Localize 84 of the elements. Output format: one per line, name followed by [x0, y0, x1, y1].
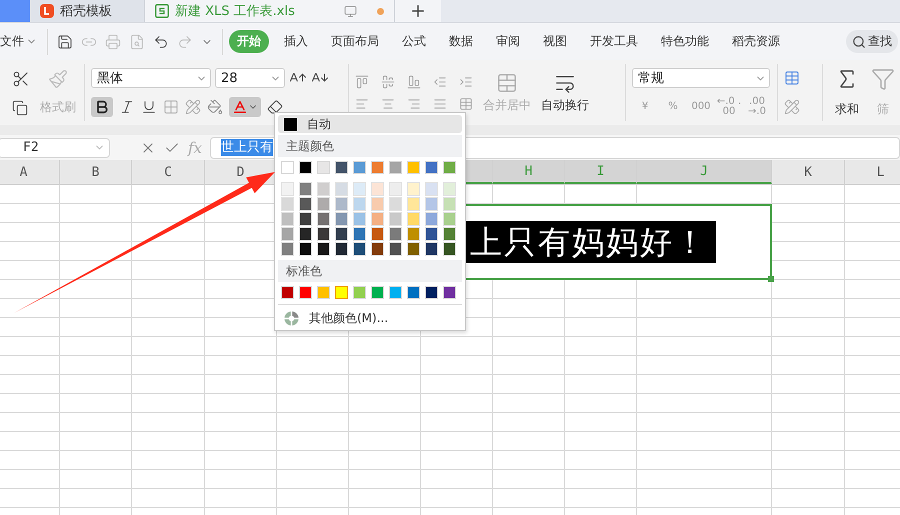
eraser-icon[interactable] — [267, 98, 283, 115]
cell-style-icon[interactable] — [185, 98, 201, 115]
ribbon-tab[interactable]: 插入 — [276, 30, 316, 53]
color-swatch[interactable] — [443, 286, 456, 299]
file-menu[interactable]: 文件 — [0, 33, 41, 50]
color-swatch[interactable] — [299, 161, 312, 174]
font-color-icon — [232, 98, 248, 115]
bold-icon — [94, 98, 110, 115]
color-swatch[interactable] — [317, 161, 330, 174]
font-size-select[interactable]: 28 — [215, 68, 285, 88]
paintbrush-icon[interactable] — [48, 69, 68, 89]
undo-icon[interactable] — [153, 34, 169, 50]
search-icon — [852, 34, 866, 48]
color-swatch[interactable] — [335, 161, 348, 174]
indent-increase-icon[interactable] — [459, 74, 473, 88]
color-swatch[interactable] — [407, 161, 420, 174]
color-swatch[interactable] — [371, 286, 384, 299]
justify-icon[interactable] — [433, 96, 447, 110]
indent-decrease-icon[interactable] — [433, 74, 447, 88]
distribute-icon[interactable] — [459, 96, 473, 110]
sum-button[interactable]: 求和 — [835, 100, 859, 118]
font-select[interactable]: 黑体 — [91, 68, 211, 88]
plus-icon — [409, 2, 427, 20]
ribbon-tab[interactable]: 公式 — [394, 30, 434, 53]
table-style-icon[interactable] — [784, 70, 800, 86]
underline-icon[interactable] — [141, 98, 157, 115]
new-tab-button[interactable] — [395, 0, 441, 22]
flame-logo-icon — [40, 4, 54, 18]
border-icon[interactable] — [163, 98, 179, 115]
align-bottom-icon[interactable] — [407, 74, 421, 88]
number-format-select[interactable]: 常规 — [632, 68, 770, 88]
ribbon-tab[interactable]: 审阅 — [488, 30, 528, 53]
redo-icon[interactable] — [177, 34, 193, 50]
color-swatch[interactable] — [371, 161, 384, 174]
wrap-text-button[interactable]: 自动换行 — [541, 96, 589, 114]
color-swatch[interactable] — [353, 286, 366, 299]
merge-cells-icon[interactable] — [496, 72, 518, 94]
align-left-icon[interactable] — [355, 96, 369, 110]
color-swatch[interactable] — [281, 161, 294, 174]
color-wheel-icon — [284, 310, 299, 326]
italic-icon[interactable] — [119, 98, 135, 115]
swatch-icon — [284, 118, 297, 130]
save-icon[interactable] — [57, 34, 73, 50]
align-top-icon[interactable] — [355, 74, 369, 88]
sheet-file-icon — [155, 4, 169, 18]
color-swatch[interactable] — [299, 286, 312, 299]
more-colors-item[interactable]: 其他颜色(M)... — [278, 309, 394, 327]
filter-icon[interactable] — [871, 67, 895, 92]
ribbon-tab[interactable]: 开发工具 — [582, 30, 646, 53]
ribbon-tab[interactable]: 稻壳资源 — [724, 30, 788, 53]
ribbon-tab[interactable]: 特色功能 — [653, 30, 717, 53]
tab[interactable]: 稻壳模板 — [30, 0, 145, 22]
color-swatch[interactable] — [425, 161, 438, 174]
color-swatch[interactable] — [281, 286, 294, 299]
automatic-color-item[interactable]: 自动 — [278, 115, 462, 133]
name-box[interactable]: F2 — [0, 138, 110, 158]
unsaved-dot-icon — [377, 8, 384, 14]
ribbon-tab[interactable]: 页面布局 — [323, 30, 387, 53]
printer-icon[interactable] — [105, 34, 121, 50]
monitor-icon[interactable] — [344, 4, 357, 18]
scissors-icon[interactable] — [12, 70, 30, 88]
color-swatch[interactable] — [407, 286, 420, 299]
color-swatch[interactable] — [335, 286, 348, 299]
font-color-button[interactable] — [229, 96, 261, 117]
color-swatch[interactable] — [425, 286, 438, 299]
align-right-icon[interactable] — [407, 96, 421, 110]
preview-icon[interactable] — [129, 34, 145, 50]
copy-icon[interactable] — [12, 100, 28, 116]
bold-button[interactable] — [91, 96, 113, 117]
color-swatch[interactable] — [443, 161, 456, 174]
align-center-icon[interactable] — [381, 96, 395, 110]
section-heading: 主题颜色 — [278, 135, 462, 157]
fill-handle[interactable] — [768, 276, 774, 282]
color-swatch[interactable] — [389, 161, 402, 174]
ribbon-tab[interactable]: 数据 — [441, 30, 481, 53]
ribbon-tab[interactable]: 视图 — [535, 30, 575, 53]
align-middle-icon[interactable] — [381, 74, 395, 88]
color-swatch[interactable] — [389, 286, 402, 299]
color-swatch[interactable] — [353, 161, 366, 174]
color-swatch[interactable] — [317, 286, 330, 299]
section-heading: 标准色 — [278, 260, 462, 282]
cell-format-icon[interactable] — [784, 98, 800, 115]
fill-color-icon[interactable] — [207, 98, 223, 115]
search-button[interactable]: 查找 — [846, 30, 898, 53]
